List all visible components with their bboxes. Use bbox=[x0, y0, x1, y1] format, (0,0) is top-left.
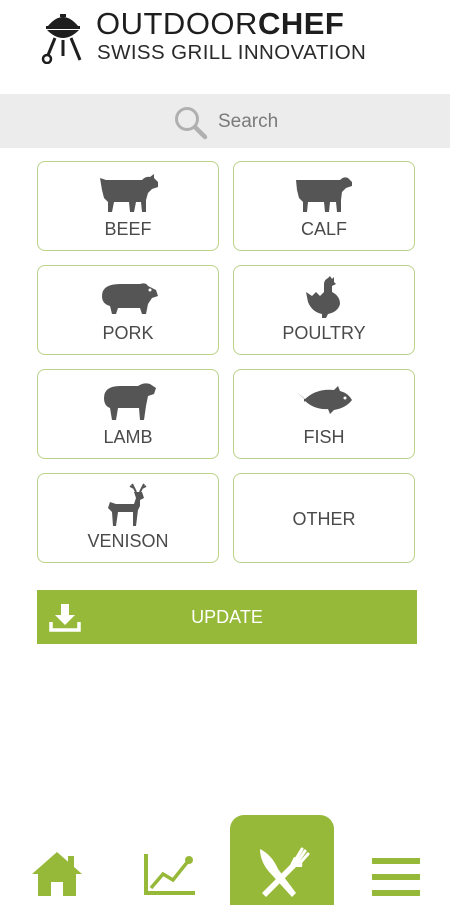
update-button-label: UPDATE bbox=[191, 607, 263, 627]
brand-name: OUTDOORCHEF bbox=[96, 6, 344, 42]
search-icon[interactable] bbox=[172, 104, 210, 142]
deer-icon bbox=[108, 483, 147, 526]
home-icon[interactable] bbox=[30, 850, 84, 898]
category-label: PORK bbox=[102, 323, 154, 343]
fish-icon bbox=[296, 386, 352, 414]
menu-icon[interactable] bbox=[372, 856, 420, 898]
category-lamb[interactable]: LAMB bbox=[37, 369, 219, 459]
cow-icon bbox=[100, 174, 158, 212]
sheep-icon bbox=[104, 383, 156, 420]
brand-tagline: SWISS GRILL INNOVATION bbox=[97, 41, 367, 64]
category-venison[interactable]: VENISON bbox=[37, 473, 219, 563]
brand-name-light: OUTDOOR bbox=[96, 6, 258, 41]
category-label: FISH bbox=[303, 427, 345, 447]
category-fish[interactable]: FISH bbox=[233, 369, 415, 459]
calf-icon bbox=[296, 177, 352, 212]
category-label: LAMB bbox=[103, 427, 153, 447]
category-label: VENISON bbox=[87, 531, 169, 551]
chart-icon[interactable] bbox=[143, 852, 197, 896]
category-label: POULTRY bbox=[282, 323, 366, 343]
category-label: CALF bbox=[300, 219, 347, 239]
category-other[interactable]: OTHER bbox=[233, 473, 415, 563]
category-label: OTHER bbox=[292, 509, 356, 529]
chicken-icon bbox=[306, 276, 340, 318]
search-label[interactable]: Search bbox=[218, 111, 278, 133]
pig-icon bbox=[102, 283, 158, 314]
category-pork[interactable]: PORK bbox=[37, 265, 219, 355]
app-header: OUTDOORCHEF SWISS GRILL INNOVATION bbox=[0, 0, 450, 94]
brand-name-bold: CHEF bbox=[257, 6, 345, 41]
category-label: BEEF bbox=[104, 219, 152, 239]
category-poultry[interactable]: POULTRY bbox=[233, 265, 415, 355]
grill-logo-icon bbox=[41, 14, 82, 64]
fork-knife-icon[interactable] bbox=[252, 845, 312, 900]
category-beef[interactable]: BEEF bbox=[37, 161, 219, 251]
category-calf[interactable]: CALF bbox=[233, 161, 415, 251]
update-button[interactable]: UPDATE bbox=[37, 590, 417, 644]
